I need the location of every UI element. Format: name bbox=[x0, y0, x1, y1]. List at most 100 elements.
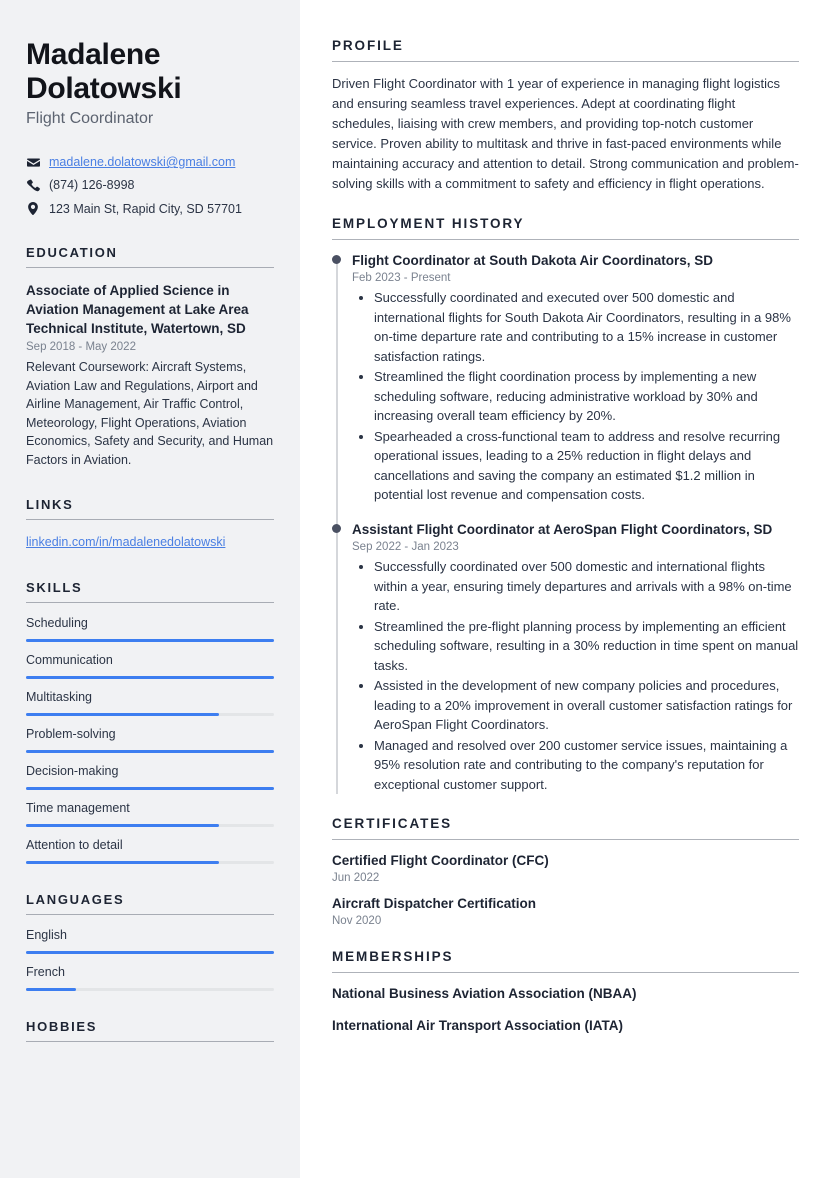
skill-track bbox=[26, 750, 274, 754]
hobbies-heading: HOBBIES bbox=[26, 1019, 98, 1035]
phone-icon bbox=[26, 179, 40, 192]
location-pin-icon bbox=[26, 202, 40, 216]
job-bullet: Managed and resolved over 200 customer s… bbox=[374, 736, 799, 795]
links-heading: LINKS bbox=[26, 497, 74, 513]
language-item: French bbox=[26, 965, 274, 992]
job-bullet: Streamlined the pre-flight planning proc… bbox=[374, 617, 799, 676]
job-date: Feb 2023 - Present bbox=[352, 272, 451, 285]
job-bullet: Spearheaded a cross-functional team to a… bbox=[374, 427, 799, 505]
skills-heading: SKILLS bbox=[26, 580, 83, 596]
education-heading: EDUCATION bbox=[26, 244, 118, 260]
job-bullet: Assisted in the development of new compa… bbox=[374, 676, 799, 735]
skills-divider bbox=[26, 602, 274, 604]
timeline-dot-icon bbox=[332, 255, 341, 265]
certificate-title: Certified Flight Coordinator (CFC) bbox=[332, 853, 549, 869]
candidate-job-title: Flight Coordinator bbox=[26, 110, 154, 128]
section-education: EDUCATION Associate of Applied Science i… bbox=[26, 245, 274, 469]
resume-page: Madalene Dolatowski Flight Coordinator m… bbox=[0, 0, 833, 1178]
skill-item: Scheduling bbox=[26, 616, 274, 643]
contact-phone-value: (874) 126-8998 bbox=[49, 178, 135, 193]
skill-fill bbox=[26, 639, 274, 643]
contact-address-value: 123 Main St, Rapid City, SD 57701 bbox=[49, 201, 242, 216]
section-hobbies: HOBBIES bbox=[26, 1019, 274, 1043]
contact-email[interactable]: madalene.dolatowski@gmail.com bbox=[26, 154, 274, 170]
skill-track bbox=[26, 639, 274, 643]
contact-address: 123 Main St, Rapid City, SD 57701 bbox=[26, 201, 274, 217]
job-title: Flight Coordinator at South Dakota Air C… bbox=[352, 253, 713, 269]
education-divider bbox=[26, 266, 274, 268]
education-entry: Associate of Applied Science in Aviation… bbox=[26, 281, 274, 469]
skill-item: Communication bbox=[26, 653, 274, 680]
certificate-date: Jun 2022 bbox=[332, 872, 380, 885]
sidebar: Madalene Dolatowski Flight Coordinator m… bbox=[0, 0, 300, 1178]
skill-label: Scheduling bbox=[26, 616, 88, 631]
education-description: Relevant Coursework: Aircraft Systems, A… bbox=[26, 360, 274, 467]
language-label: English bbox=[26, 928, 67, 943]
membership-item: National Business Aviation Association (… bbox=[332, 986, 637, 1002]
skill-fill bbox=[26, 713, 220, 717]
profile-heading: PROFILE bbox=[332, 38, 404, 53]
candidate-name: Madalene Dolatowski bbox=[26, 38, 182, 105]
section-memberships: MEMBERSHIPS National Business Aviation A… bbox=[332, 949, 799, 1034]
profile-divider bbox=[332, 61, 799, 62]
section-links: LINKS linkedin.com/in/madalenedolatowski bbox=[26, 497, 274, 552]
job-bullet: Successfully coordinated and executed ov… bbox=[374, 288, 799, 366]
skill-track bbox=[26, 824, 274, 828]
skill-label: Communication bbox=[26, 653, 113, 668]
job-bullet-list: Successfully coordinated over 500 domest… bbox=[352, 557, 799, 794]
skill-label: Problem-solving bbox=[26, 727, 116, 742]
language-fill bbox=[26, 951, 274, 955]
certificates-heading: CERTIFICATES bbox=[332, 816, 453, 832]
skill-fill bbox=[26, 824, 220, 828]
employment-divider bbox=[332, 239, 799, 241]
skill-label: Multitasking bbox=[26, 690, 92, 705]
job-bullet: Successfully coordinated over 500 domest… bbox=[374, 557, 799, 616]
job-entry: Assistant Flight Coordinator at AeroSpan… bbox=[332, 521, 799, 794]
language-track bbox=[26, 988, 274, 992]
certificate-title: Aircraft Dispatcher Certification bbox=[332, 896, 537, 912]
employment-heading: EMPLOYMENT HISTORY bbox=[332, 216, 525, 232]
language-fill bbox=[26, 988, 76, 992]
section-profile: PROFILE Driven Flight Coordinator with 1… bbox=[332, 38, 799, 194]
skill-fill bbox=[26, 787, 274, 791]
skill-label: Time management bbox=[26, 801, 130, 816]
languages-divider bbox=[26, 914, 274, 916]
job-date: Sep 2022 - Jan 2023 bbox=[352, 541, 459, 554]
section-skills: SKILLS Scheduling Communication Multitas… bbox=[26, 580, 274, 865]
language-item: English bbox=[26, 928, 274, 955]
memberships-heading: MEMBERSHIPS bbox=[332, 949, 454, 965]
skill-track bbox=[26, 787, 274, 791]
certificate-item: Aircraft Dispatcher Certification Nov 20… bbox=[332, 895, 799, 927]
section-employment-history: EMPLOYMENT HISTORY Flight Coordinator at… bbox=[332, 216, 799, 794]
section-certificates: CERTIFICATES Certified Flight Coordinato… bbox=[332, 816, 799, 927]
skill-item: Attention to detail bbox=[26, 838, 274, 865]
language-label: French bbox=[26, 965, 65, 980]
skill-item: Decision-making bbox=[26, 764, 274, 791]
skill-item: Time management bbox=[26, 801, 274, 828]
contact-email-value[interactable]: madalene.dolatowski@gmail.com bbox=[49, 154, 235, 170]
skill-label: Attention to detail bbox=[26, 838, 123, 853]
skill-fill bbox=[26, 676, 274, 680]
memberships-divider bbox=[332, 972, 799, 974]
job-title: Assistant Flight Coordinator at AeroSpan… bbox=[352, 521, 773, 537]
section-languages: LANGUAGES English French bbox=[26, 892, 274, 992]
skill-fill bbox=[26, 861, 220, 865]
certificate-date: Nov 2020 bbox=[332, 915, 382, 928]
hobbies-divider bbox=[26, 1041, 274, 1043]
profile-text: Driven Flight Coordinator with 1 year of… bbox=[332, 76, 799, 192]
skill-label: Decision-making bbox=[26, 764, 119, 779]
certificates-divider bbox=[332, 839, 799, 841]
job-entry: Flight Coordinator at South Dakota Air C… bbox=[332, 252, 799, 505]
education-title: Associate of Applied Science in Aviation… bbox=[26, 282, 249, 337]
education-date: Sep 2018 - May 2022 bbox=[26, 341, 136, 354]
job-bullet: Streamlined the flight coordination proc… bbox=[374, 367, 799, 426]
employment-timeline: Flight Coordinator at South Dakota Air C… bbox=[332, 252, 799, 794]
skill-track bbox=[26, 676, 274, 680]
skill-item: Multitasking bbox=[26, 690, 274, 717]
contact-list: madalene.dolatowski@gmail.com (874) 126-… bbox=[26, 154, 274, 217]
link-linkedin[interactable]: linkedin.com/in/madalenedolatowski bbox=[26, 535, 225, 549]
contact-phone: (874) 126-8998 bbox=[26, 177, 274, 193]
skill-track bbox=[26, 713, 274, 717]
certificate-item: Certified Flight Coordinator (CFC) Jun 2… bbox=[332, 852, 799, 884]
skill-track bbox=[26, 861, 274, 865]
